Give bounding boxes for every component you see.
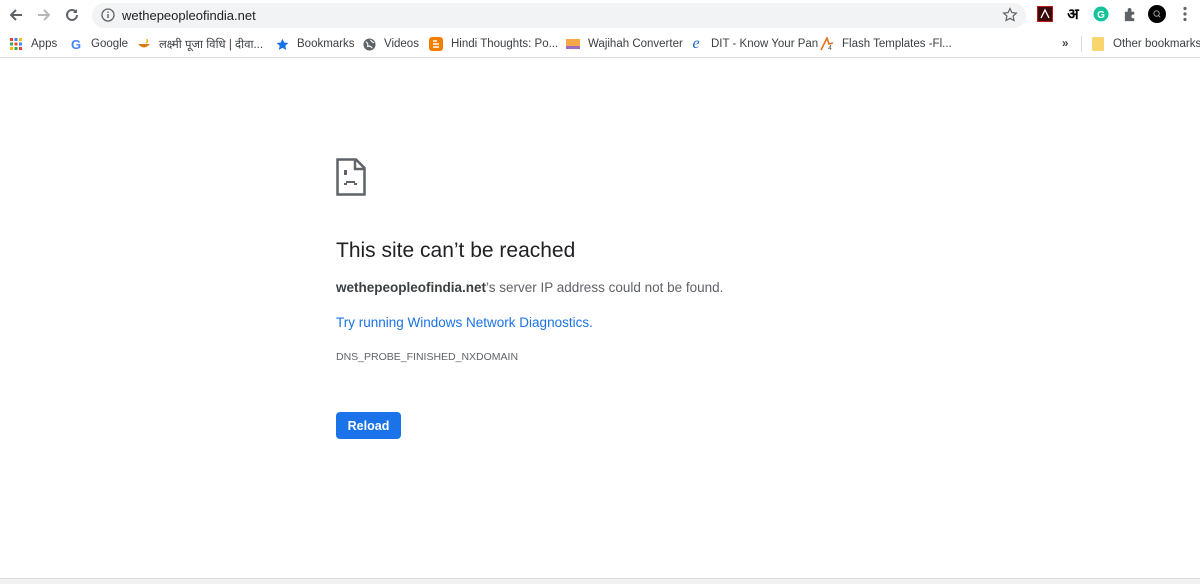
bookmarks-bar: Apps G Google लक्ष्मी पूजा विधि | दीवा..…	[0, 30, 1200, 58]
bookmarks-overflow-button[interactable]: »	[1062, 35, 1068, 53]
grammarly-icon: G	[1093, 6, 1109, 22]
blogger-icon	[429, 37, 443, 51]
folder-icon	[1091, 37, 1105, 51]
browser-toolbar: wethepeopleofindia.net अ G	[0, 0, 1200, 30]
google-icon: G	[70, 36, 82, 52]
adobe-acrobat-extension[interactable]	[1036, 5, 1054, 23]
svg-text:G: G	[1097, 10, 1105, 21]
bookmarks-divider	[1081, 36, 1082, 52]
adobe-acrobat-icon	[1037, 6, 1053, 22]
error-host: wethepeopleofindia.net	[336, 280, 487, 295]
network-diagnostics-link[interactable]: Try running Windows Network Diagnostics.	[336, 315, 593, 330]
bookmark-dit-know-your-pan[interactable]: e DIT - Know Your Pan	[689, 35, 818, 53]
back-button[interactable]	[5, 4, 27, 26]
bookmark-hindi-thoughts[interactable]: Hindi Thoughts: Po...	[429, 35, 558, 53]
forward-button[interactable]	[33, 4, 55, 26]
flash-templates-icon: 4	[820, 37, 834, 51]
kebab-menu-icon	[1183, 6, 1187, 22]
reload-icon	[66, 8, 78, 21]
diya-icon	[137, 37, 151, 51]
ie-icon: e	[692, 35, 700, 52]
sad-page-icon	[336, 158, 366, 196]
bookmark-star-icon[interactable]	[1002, 7, 1018, 23]
hindi-input-extension[interactable]: अ	[1064, 5, 1082, 23]
bookmark-videos[interactable]: Videos	[362, 35, 419, 53]
bookmark-flash-templates[interactable]: 4 Flash Templates -Fl...	[820, 35, 952, 53]
info-icon[interactable]	[101, 8, 115, 22]
svg-text:4: 4	[828, 45, 832, 51]
url-text[interactable]: wethepeopleofindia.net	[122, 8, 256, 23]
star-icon	[275, 37, 289, 51]
error-title: This site can’t be reached	[336, 239, 576, 262]
bookmark-apps[interactable]: Apps	[9, 35, 57, 53]
other-bookmarks-folder[interactable]: Other bookmarks	[1091, 35, 1200, 53]
error-description: wethepeopleofindia.net’s server IP addre…	[336, 280, 723, 295]
bookmark-google[interactable]: G Google	[69, 35, 128, 53]
arrow-left-icon	[9, 9, 22, 21]
menu-button[interactable]	[1176, 5, 1194, 23]
reload-button[interactable]: Reload	[336, 412, 401, 439]
profile-avatar-icon	[1148, 5, 1166, 23]
hindi-a-icon: अ	[1067, 6, 1079, 23]
globe-icon	[362, 37, 376, 51]
bookmark-lakshmi-puja[interactable]: लक्ष्मी पूजा विधि | दीवा...	[137, 35, 263, 53]
bookmark-bookmarks[interactable]: Bookmarks	[275, 35, 355, 53]
grammarly-extension[interactable]: G	[1092, 5, 1110, 23]
address-bar[interactable]: wethepeopleofindia.net	[92, 3, 1026, 28]
extensions-button[interactable]	[1121, 5, 1139, 23]
puzzle-icon	[1124, 7, 1134, 21]
profile-button[interactable]	[1148, 5, 1166, 23]
error-code: DNS_PROBE_FINISHED_NXDOMAIN	[336, 351, 519, 363]
reload-page-button[interactable]	[61, 4, 83, 26]
apps-grid-icon	[9, 37, 23, 51]
bookmark-wajihah-converter[interactable]: Wajihah Converter	[566, 35, 683, 53]
window-bottom-edge	[0, 578, 1200, 584]
arrow-right-icon	[38, 9, 51, 21]
error-message: ’s server IP address could not be found.	[486, 280, 724, 295]
converter-icon	[566, 37, 580, 51]
